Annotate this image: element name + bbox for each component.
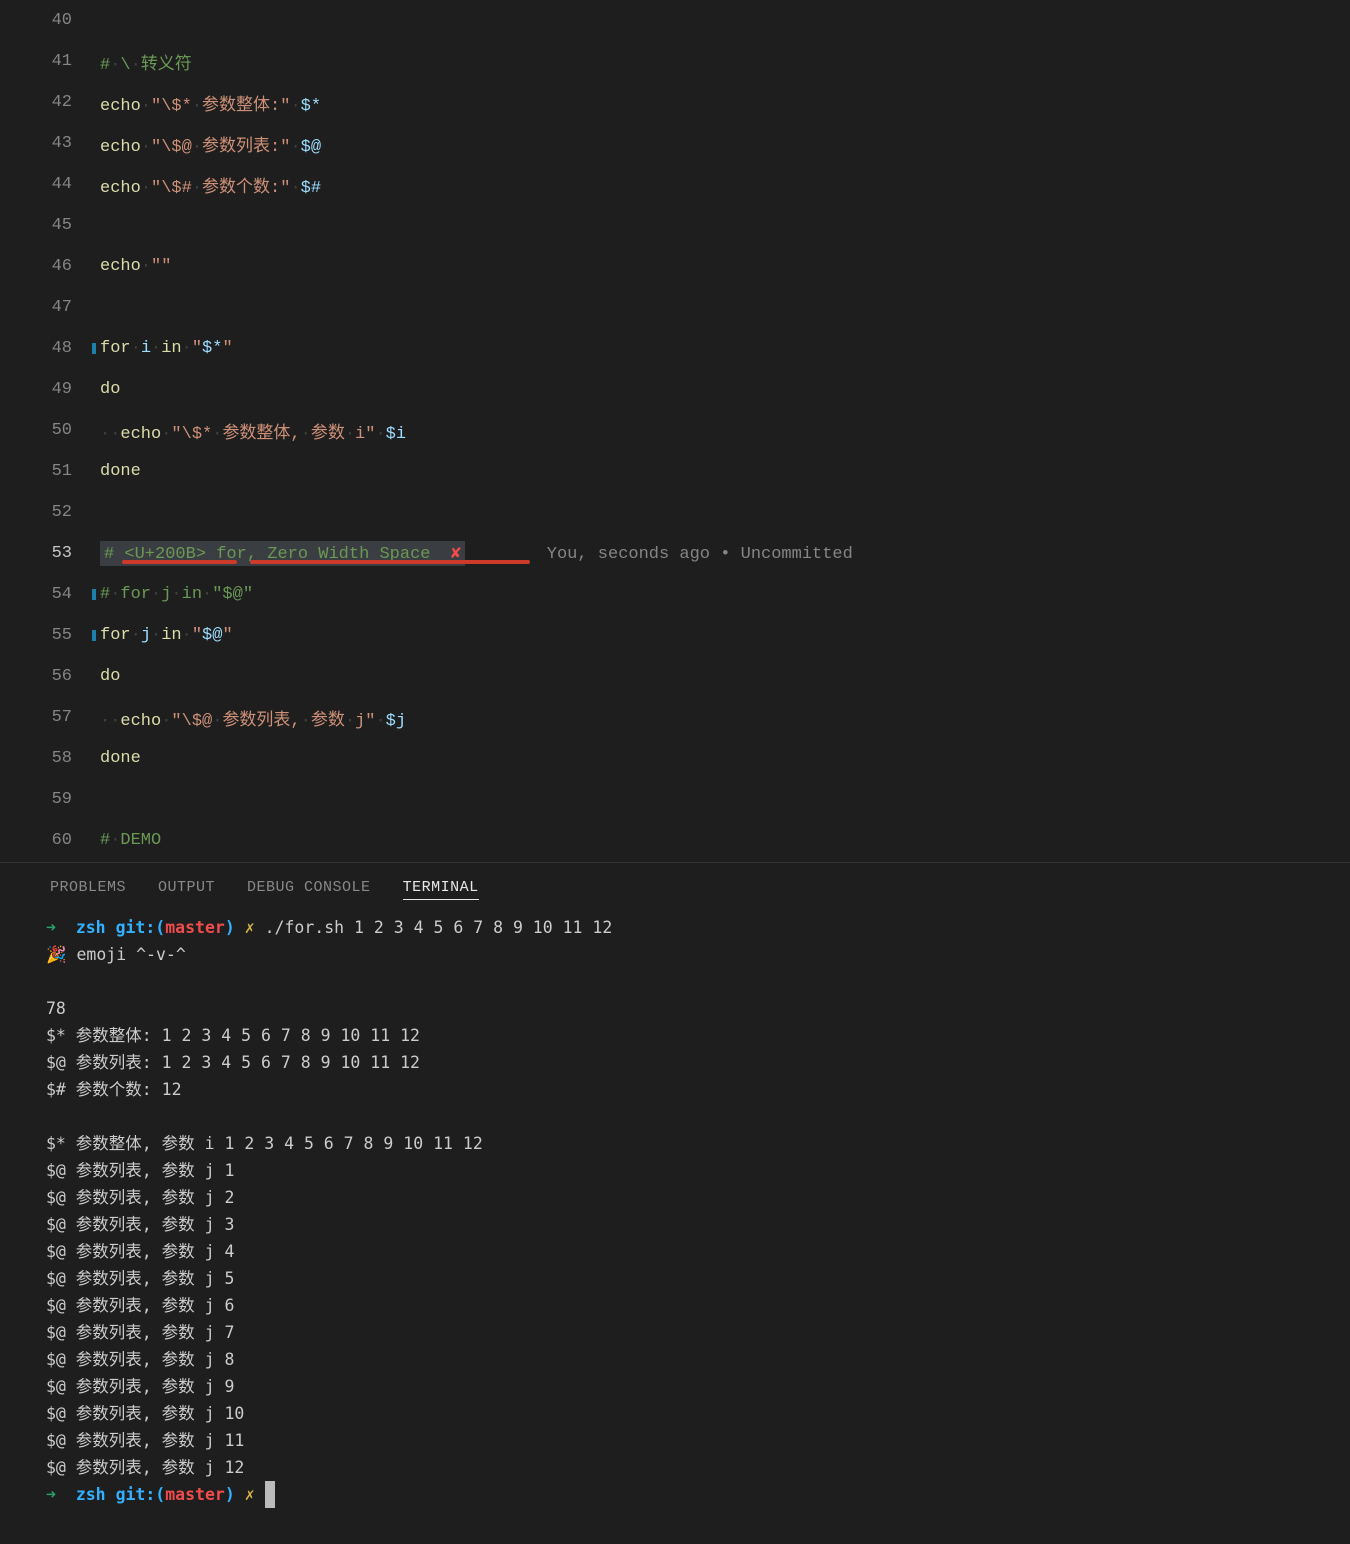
line-number: 48 bbox=[0, 339, 100, 358]
line-number: 47 bbox=[0, 298, 100, 317]
code-line[interactable]: 53#·<U+200B>·for,·Zero·Width·Space ✘ You… bbox=[0, 533, 1350, 574]
line-number: 44 bbox=[0, 175, 100, 194]
line-number: 46 bbox=[0, 257, 100, 276]
code-line[interactable]: 47 bbox=[0, 287, 1350, 328]
annotation-underline bbox=[250, 560, 530, 564]
code-line[interactable]: 56do bbox=[0, 656, 1350, 697]
line-number: 40 bbox=[0, 11, 100, 30]
line-number: 56 bbox=[0, 667, 100, 686]
code-line[interactable]: 60#·DEMO bbox=[0, 820, 1350, 861]
line-number: 45 bbox=[0, 216, 100, 235]
code-line[interactable]: 51done bbox=[0, 451, 1350, 492]
code-content[interactable]: for·i·in·"$*" bbox=[100, 339, 1350, 358]
code-line[interactable]: 59 bbox=[0, 779, 1350, 820]
tab-problems[interactable]: PROBLEMS bbox=[50, 879, 126, 900]
code-line[interactable]: 41#·\·转义符 bbox=[0, 41, 1350, 82]
annotation-underline bbox=[122, 560, 237, 564]
git-modified-indicator bbox=[92, 589, 96, 600]
code-content[interactable]: do bbox=[100, 667, 1350, 686]
line-number: 42 bbox=[0, 93, 100, 112]
code-content[interactable]: #·DEMO bbox=[100, 831, 1350, 850]
line-number: 57 bbox=[0, 708, 100, 727]
line-number: 53 bbox=[0, 544, 100, 563]
panel-tabs: PROBLEMS OUTPUT DEBUG CONSOLE TERMINAL bbox=[0, 871, 1350, 910]
line-number: 58 bbox=[0, 749, 100, 768]
code-line[interactable]: 57··echo·"\$@·参数列表,·参数·j"·$j bbox=[0, 697, 1350, 738]
code-content[interactable]: echo·"\$@·参数列表:"·$@ bbox=[100, 131, 1350, 157]
code-line[interactable]: 43echo·"\$@·参数列表:"·$@ bbox=[0, 123, 1350, 164]
tab-output[interactable]: OUTPUT bbox=[158, 879, 215, 900]
code-line[interactable]: 55for·j·in·"$@" bbox=[0, 615, 1350, 656]
code-line[interactable]: 49do bbox=[0, 369, 1350, 410]
code-content[interactable]: #·<U+200B>·for,·Zero·Width·Space ✘ You, … bbox=[100, 541, 1350, 566]
tab-terminal[interactable]: TERMINAL bbox=[403, 879, 479, 900]
code-content[interactable]: echo·"\$#·参数个数:"·$# bbox=[100, 172, 1350, 198]
code-content[interactable]: echo·"" bbox=[100, 257, 1350, 276]
code-content[interactable]: #·for·j·in·"$@" bbox=[100, 585, 1350, 604]
code-content[interactable]: #·\·转义符 bbox=[100, 49, 1350, 75]
git-modified-indicator bbox=[92, 630, 96, 641]
git-modified-indicator bbox=[92, 343, 96, 354]
code-line[interactable]: 52 bbox=[0, 492, 1350, 533]
code-line[interactable]: 58done bbox=[0, 738, 1350, 779]
terminal-output[interactable]: ➜ zsh git:(master) ✗ ./for.sh 1 2 3 4 5 … bbox=[0, 910, 1350, 1512]
code-line[interactable]: 44echo·"\$#·参数个数:"·$# bbox=[0, 164, 1350, 205]
code-content[interactable]: ··echo·"\$@·参数列表,·参数·j"·$j bbox=[100, 705, 1350, 731]
code-content[interactable]: done bbox=[100, 462, 1350, 481]
line-number: 59 bbox=[0, 790, 100, 809]
code-line[interactable]: 46echo·"" bbox=[0, 246, 1350, 287]
code-line[interactable]: 54#·for·j·in·"$@" bbox=[0, 574, 1350, 615]
code-content[interactable]: done bbox=[100, 749, 1350, 768]
line-number: 54 bbox=[0, 585, 100, 604]
code-line[interactable]: 48for·i·in·"$*" bbox=[0, 328, 1350, 369]
code-editor[interactable]: 4041#·\·转义符42echo·"\$*·参数整体:"·$*43echo·"… bbox=[0, 0, 1350, 862]
line-number: 55 bbox=[0, 626, 100, 645]
code-line[interactable]: 42echo·"\$*·参数整体:"·$* bbox=[0, 82, 1350, 123]
line-number: 52 bbox=[0, 503, 100, 522]
code-content[interactable]: ··echo·"\$*·参数整体,·参数·i"·$i bbox=[100, 418, 1350, 444]
code-line[interactable]: 40 bbox=[0, 0, 1350, 41]
line-number: 49 bbox=[0, 380, 100, 399]
code-line[interactable]: 45 bbox=[0, 205, 1350, 246]
line-number: 43 bbox=[0, 134, 100, 153]
line-number: 41 bbox=[0, 52, 100, 71]
line-number: 51 bbox=[0, 462, 100, 481]
line-number: 60 bbox=[0, 831, 100, 850]
code-content[interactable]: echo·"\$*·参数整体:"·$* bbox=[100, 90, 1350, 116]
code-content[interactable]: for·j·in·"$@" bbox=[100, 626, 1350, 645]
code-line[interactable]: 50··echo·"\$*·参数整体,·参数·i"·$i bbox=[0, 410, 1350, 451]
tab-debug[interactable]: DEBUG CONSOLE bbox=[247, 879, 371, 900]
code-content[interactable]: do bbox=[100, 380, 1350, 399]
line-number: 50 bbox=[0, 421, 100, 440]
bottom-panel: PROBLEMS OUTPUT DEBUG CONSOLE TERMINAL ➜… bbox=[0, 862, 1350, 1544]
